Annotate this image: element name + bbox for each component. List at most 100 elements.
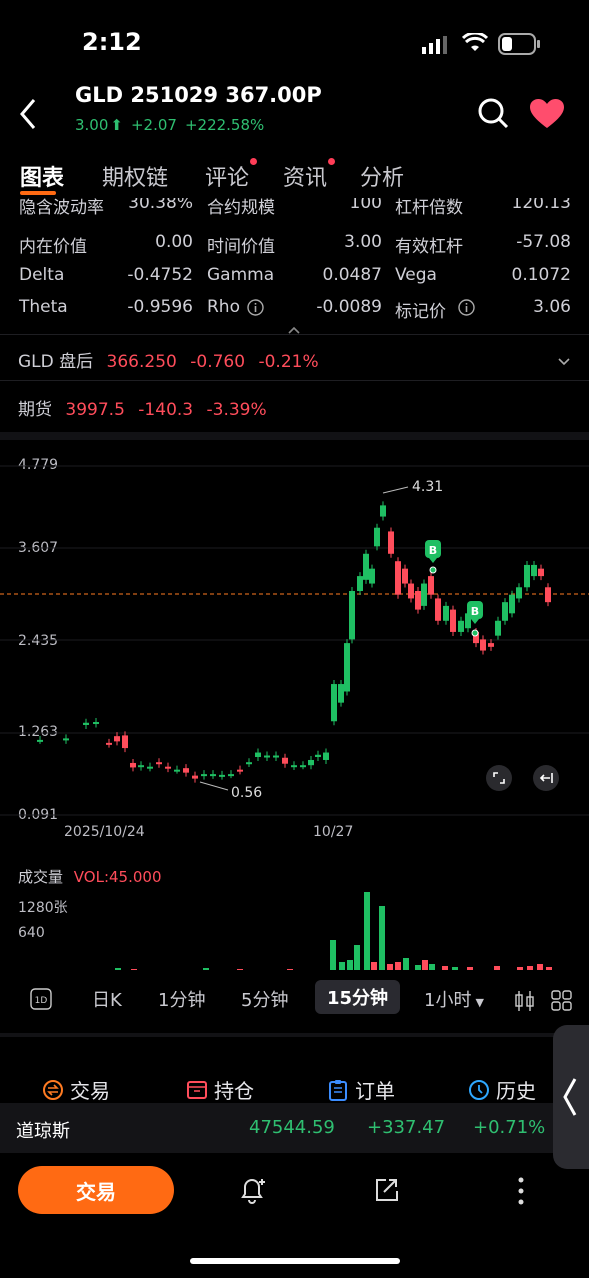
stats-cut-row-clip: 隐含波动率 30.38% 合约规模 100 杠杆倍数 120.13 bbox=[0, 198, 589, 220]
period-15min[interactable]: 15分钟 bbox=[315, 980, 401, 1014]
low-label: 0.56 bbox=[231, 785, 262, 801]
candle bbox=[37, 739, 43, 742]
tab-option-chain[interactable]: 期权链 bbox=[102, 160, 168, 192]
stat-label: Delta bbox=[19, 265, 65, 285]
candle bbox=[130, 762, 136, 768]
signal-icon bbox=[422, 36, 450, 58]
candle bbox=[228, 774, 234, 777]
stat-label: Rho bbox=[207, 297, 240, 317]
ticker-name: 道琼斯 bbox=[16, 1121, 70, 1142]
period-1d-button[interactable]: 1D bbox=[30, 988, 52, 1014]
action-position[interactable]: 持仓 bbox=[186, 1075, 254, 1104]
share-button[interactable] bbox=[372, 1175, 402, 1209]
indicator-button[interactable] bbox=[515, 990, 535, 1016]
stat-value: 3.00 bbox=[344, 232, 382, 252]
candle bbox=[93, 722, 99, 725]
buy-marker[interactable]: B bbox=[467, 601, 483, 637]
candle bbox=[450, 609, 456, 632]
candle bbox=[138, 765, 144, 768]
stat-value: -0.0089 bbox=[316, 297, 382, 317]
trade-icon bbox=[43, 1079, 63, 1100]
volume-bar bbox=[442, 966, 448, 970]
stats-row: Theta -0.9596 Rho -0.0089 标记价 3.06 bbox=[0, 297, 589, 322]
futures-pct: -3.39% bbox=[206, 400, 267, 420]
chevron-left-icon bbox=[20, 99, 36, 129]
more-button[interactable] bbox=[514, 1176, 528, 1210]
candle bbox=[402, 568, 408, 584]
action-trade[interactable]: 交易 bbox=[42, 1075, 110, 1104]
volume-bar bbox=[371, 962, 377, 970]
candle-settings-icon bbox=[515, 991, 534, 1011]
trade-button[interactable]: 交易 bbox=[18, 1166, 174, 1214]
candle bbox=[264, 755, 270, 758]
candle bbox=[480, 639, 486, 651]
caret-down-icon: ▼ bbox=[475, 996, 484, 1009]
index-ticker[interactable]: 道琼斯 47544.59 +337.47 +0.71% bbox=[0, 1103, 589, 1153]
section-separator bbox=[0, 1033, 589, 1037]
period-1d-label: 1D bbox=[35, 996, 48, 1006]
action-orders[interactable]: 订单 bbox=[327, 1075, 395, 1104]
period-1min[interactable]: 1分钟 bbox=[158, 986, 205, 1012]
layout-button[interactable] bbox=[551, 990, 573, 1016]
alert-button[interactable] bbox=[238, 1175, 268, 1209]
candle bbox=[156, 762, 162, 765]
side-panel-handle[interactable] bbox=[553, 1025, 589, 1169]
notification-dot bbox=[250, 158, 258, 165]
stats-row: Delta -0.4752 Gamma 0.0487 Vega 0.1072 bbox=[0, 265, 589, 289]
info-icon[interactable] bbox=[247, 299, 264, 321]
stat-label: Gamma bbox=[207, 265, 275, 285]
expand-icon bbox=[493, 772, 505, 784]
back-button[interactable] bbox=[14, 96, 42, 136]
candle bbox=[495, 620, 501, 636]
candle bbox=[344, 643, 350, 692]
stat-value: 3.06 bbox=[533, 297, 571, 317]
bell-plus-icon bbox=[241, 1179, 265, 1204]
grid-icon bbox=[551, 990, 572, 1011]
candle bbox=[421, 583, 427, 606]
period-1hour[interactable]: 1小时 ▼ bbox=[424, 986, 484, 1012]
candle bbox=[83, 722, 89, 725]
active-tab-indicator bbox=[20, 191, 56, 195]
info-icon[interactable] bbox=[458, 299, 475, 321]
collapse-chevron-icon[interactable] bbox=[287, 320, 301, 339]
period-day[interactable]: 日K bbox=[92, 986, 122, 1012]
tab-analysis[interactable]: 分析 bbox=[360, 160, 404, 192]
price-summary: 3.00 ⬆ +2.07 +222.58% bbox=[75, 116, 264, 134]
volume-bar bbox=[379, 906, 385, 970]
candle bbox=[509, 594, 515, 614]
underlying-quote[interactable]: GLD 盘后 366.250 -0.760 -0.21% bbox=[18, 347, 319, 372]
volume-bar bbox=[452, 967, 458, 970]
candle bbox=[538, 568, 544, 577]
tab-chart[interactable]: 图表 bbox=[20, 160, 64, 192]
futures-quote[interactable]: 期货 3997.5 -140.3 -3.39% bbox=[18, 395, 267, 420]
volume-bars bbox=[115, 892, 552, 970]
candle bbox=[122, 735, 128, 749]
divider bbox=[0, 334, 589, 335]
more-vertical-icon bbox=[518, 1177, 524, 1205]
candle bbox=[255, 752, 261, 758]
candle bbox=[458, 620, 464, 632]
candle bbox=[323, 752, 329, 760]
position-icon bbox=[187, 1080, 207, 1099]
candle bbox=[147, 766, 153, 769]
buy-marker[interactable]: B bbox=[425, 540, 441, 574]
fullscreen-button[interactable] bbox=[486, 765, 512, 791]
action-position-label: 持仓 bbox=[214, 1079, 254, 1103]
volume-bar bbox=[287, 969, 293, 970]
volume-bar bbox=[115, 968, 121, 970]
volume-bar bbox=[415, 965, 421, 970]
tab-comments[interactable]: 评论 bbox=[205, 158, 258, 192]
tab-news[interactable]: 资讯 bbox=[283, 158, 336, 192]
scroll-latest-button[interactable] bbox=[533, 765, 559, 791]
price-change-pct: +222.58% bbox=[184, 116, 265, 134]
favorite-button[interactable] bbox=[529, 98, 565, 134]
volume-bar bbox=[494, 966, 500, 970]
period-selector: 1D 日K 1分钟 5分钟 15分钟 1小时 ▼ bbox=[0, 980, 589, 1020]
expand-chevron-icon[interactable] bbox=[557, 352, 571, 371]
candle bbox=[174, 769, 180, 772]
ticker-change: +337.47 bbox=[367, 1117, 446, 1138]
heart-icon bbox=[530, 99, 564, 128]
period-5min[interactable]: 5分钟 bbox=[241, 986, 288, 1012]
search-button[interactable] bbox=[477, 97, 509, 133]
action-history[interactable]: 历史 bbox=[468, 1075, 536, 1104]
